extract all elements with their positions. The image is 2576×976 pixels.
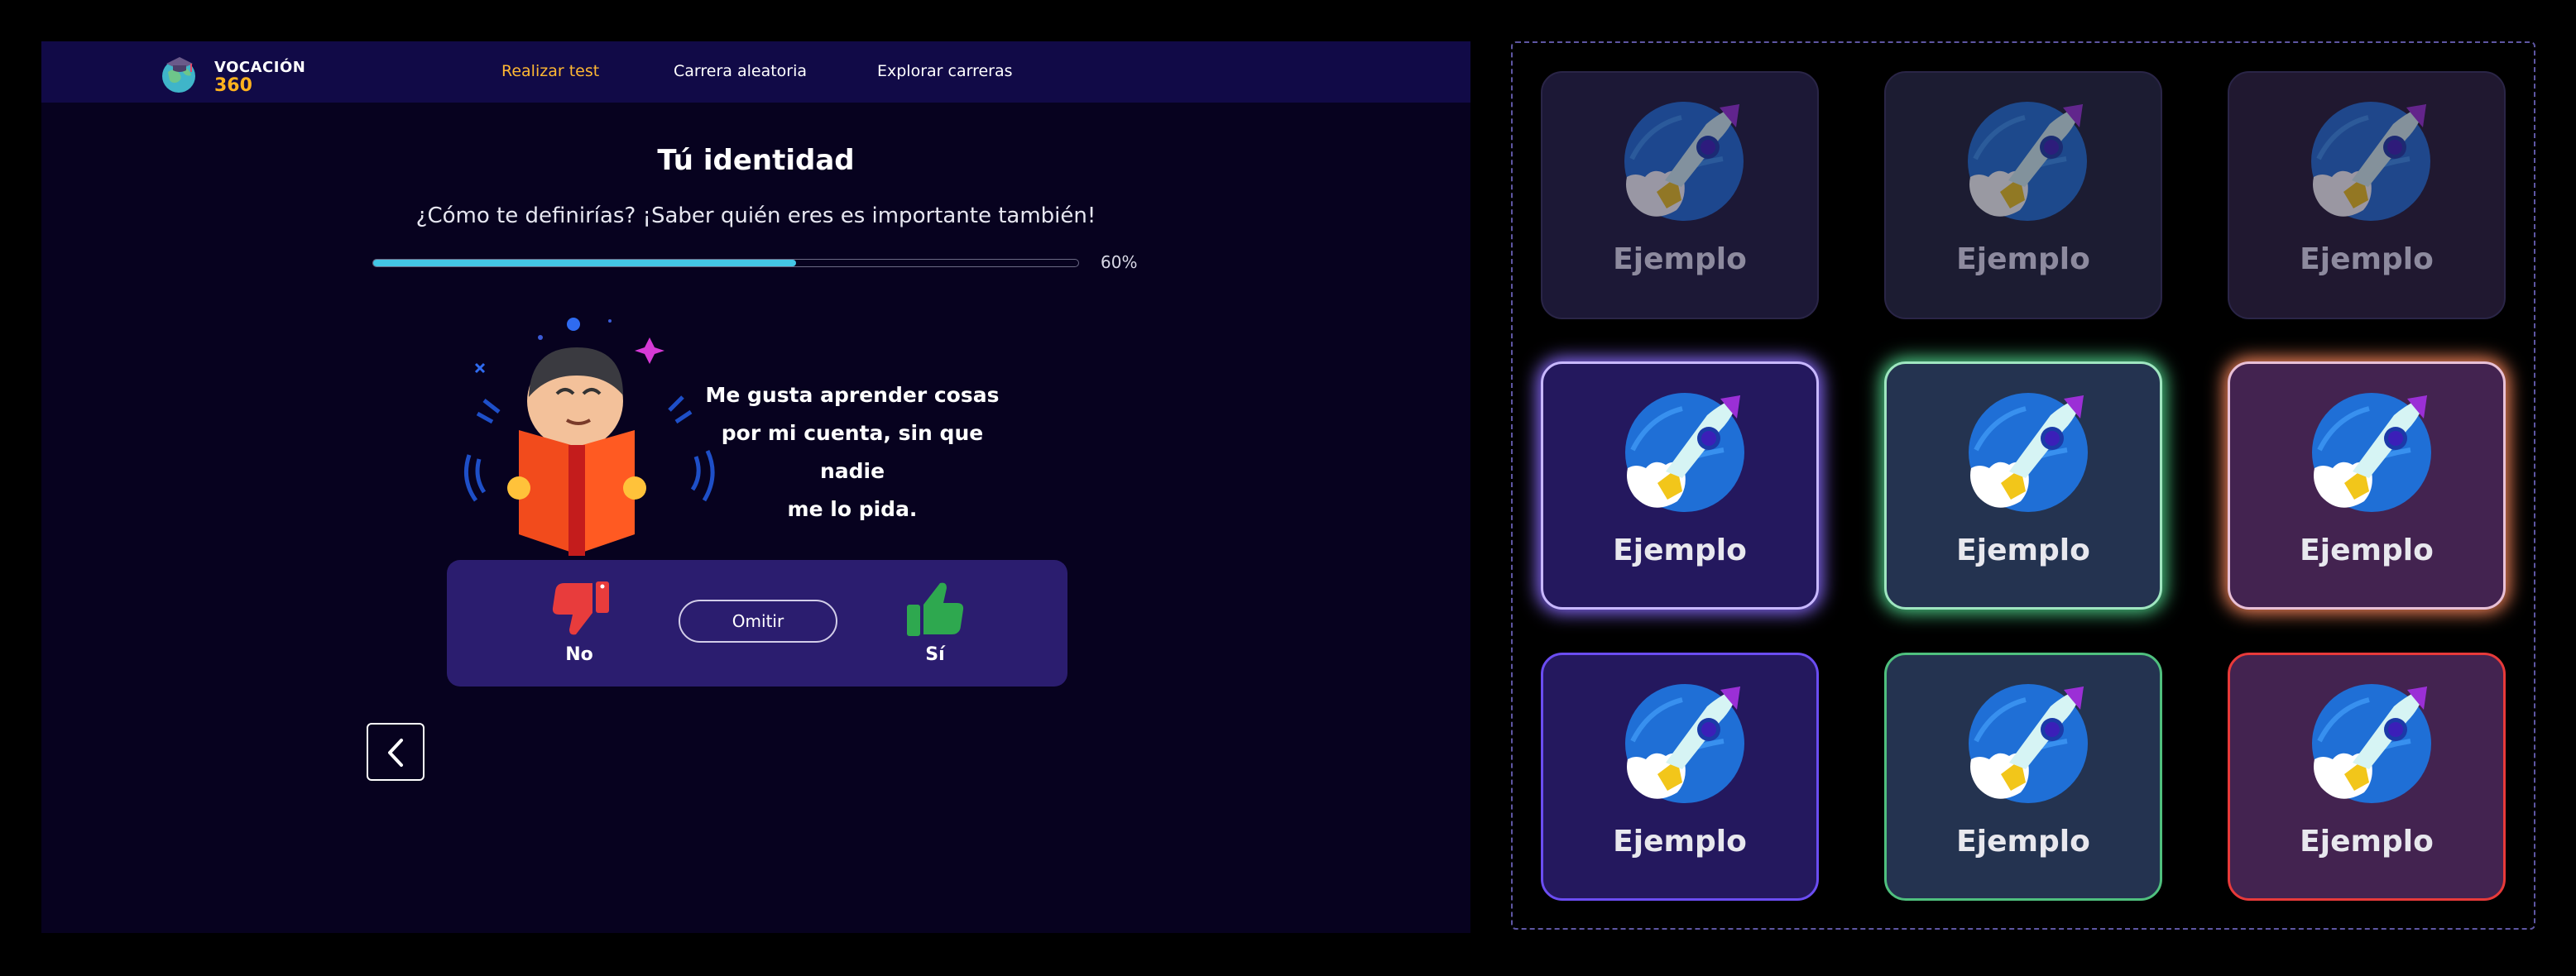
no-button[interactable]: No xyxy=(546,580,612,671)
logo-number: 360 xyxy=(214,75,252,96)
app-screen: VOCACIÓN 360 Realizar test Carrera aleat… xyxy=(41,41,1470,933)
rocket-icon xyxy=(1968,392,2089,513)
card-example[interactable]: Ejemplo xyxy=(1884,71,2162,319)
rocket-icon xyxy=(1967,101,2088,222)
card-label: Ejemplo xyxy=(1613,533,1747,567)
nav-realizar-test[interactable]: Realizar test xyxy=(501,62,599,80)
card-label: Ejemplo xyxy=(1613,242,1747,276)
skip-button[interactable]: Omitir xyxy=(679,600,837,643)
card-label: Ejemplo xyxy=(2300,533,2434,567)
nav-carrera-aleatoria[interactable]: Carrera aleatoria xyxy=(674,62,807,80)
rocket-icon xyxy=(1624,683,1745,804)
card-example[interactable]: Ejemplo xyxy=(1884,361,2162,610)
thumbs-down-icon xyxy=(552,581,609,635)
card-example[interactable]: Ejemplo xyxy=(1884,653,2162,901)
question-line: Me gusta aprender cosas xyxy=(705,383,1000,407)
card-example[interactable]: Ejemplo xyxy=(1541,361,1819,610)
card-example[interactable]: Ejemplo xyxy=(2228,361,2506,610)
progress-label: 60% xyxy=(1101,252,1138,272)
rocket-icon xyxy=(2311,683,2432,804)
card-label: Ejemplo xyxy=(1613,825,1747,859)
no-label: No xyxy=(565,644,593,665)
card-example[interactable]: Ejemplo xyxy=(2228,653,2506,901)
answer-panel: No Omitir Sí xyxy=(447,560,1067,687)
thumbs-up-icon xyxy=(907,582,964,636)
logo-text: VOCACIÓN xyxy=(214,59,306,76)
card-label: Ejemplo xyxy=(1956,242,2090,276)
rocket-icon xyxy=(1624,392,1745,513)
rocket-icon xyxy=(1968,683,2089,804)
back-button[interactable] xyxy=(367,723,425,781)
card-label: Ejemplo xyxy=(2300,825,2434,859)
yes-button[interactable]: Sí xyxy=(902,580,968,671)
page-title: Tú identidad xyxy=(657,144,855,177)
navbar: VOCACIÓN 360 Realizar test Carrera aleat… xyxy=(41,41,1470,103)
globe-logo-icon xyxy=(162,57,195,93)
yes-label: Sí xyxy=(925,644,945,665)
chevron-left-icon xyxy=(388,739,403,767)
question-line: me lo pida. xyxy=(787,497,918,521)
rocket-icon xyxy=(2310,101,2431,222)
question-line: por mi cuenta, sin que nadie xyxy=(721,421,984,483)
page-subtitle: ¿Cómo te definirías? ¡Saber quién eres e… xyxy=(415,203,1096,228)
nav-explorar-carreras[interactable]: Explorar carreras xyxy=(877,62,1013,80)
card-example[interactable]: Ejemplo xyxy=(1541,71,1819,319)
card-example[interactable]: Ejemplo xyxy=(1541,653,1819,901)
card-label: Ejemplo xyxy=(1956,825,2090,859)
card-example[interactable]: Ejemplo xyxy=(2228,71,2506,319)
card-label: Ejemplo xyxy=(2300,242,2434,276)
question-text: Me gusta aprender cosas por mi cuenta, s… xyxy=(687,376,1018,529)
boy-reading-book-illustration xyxy=(463,318,715,556)
progress-fill xyxy=(373,260,797,266)
progress-bar xyxy=(372,259,1079,267)
rocket-icon xyxy=(1624,101,1744,222)
card-label: Ejemplo xyxy=(1956,533,2090,567)
logo[interactable]: VOCACIÓN 360 xyxy=(160,50,305,96)
rocket-icon xyxy=(2311,392,2432,513)
